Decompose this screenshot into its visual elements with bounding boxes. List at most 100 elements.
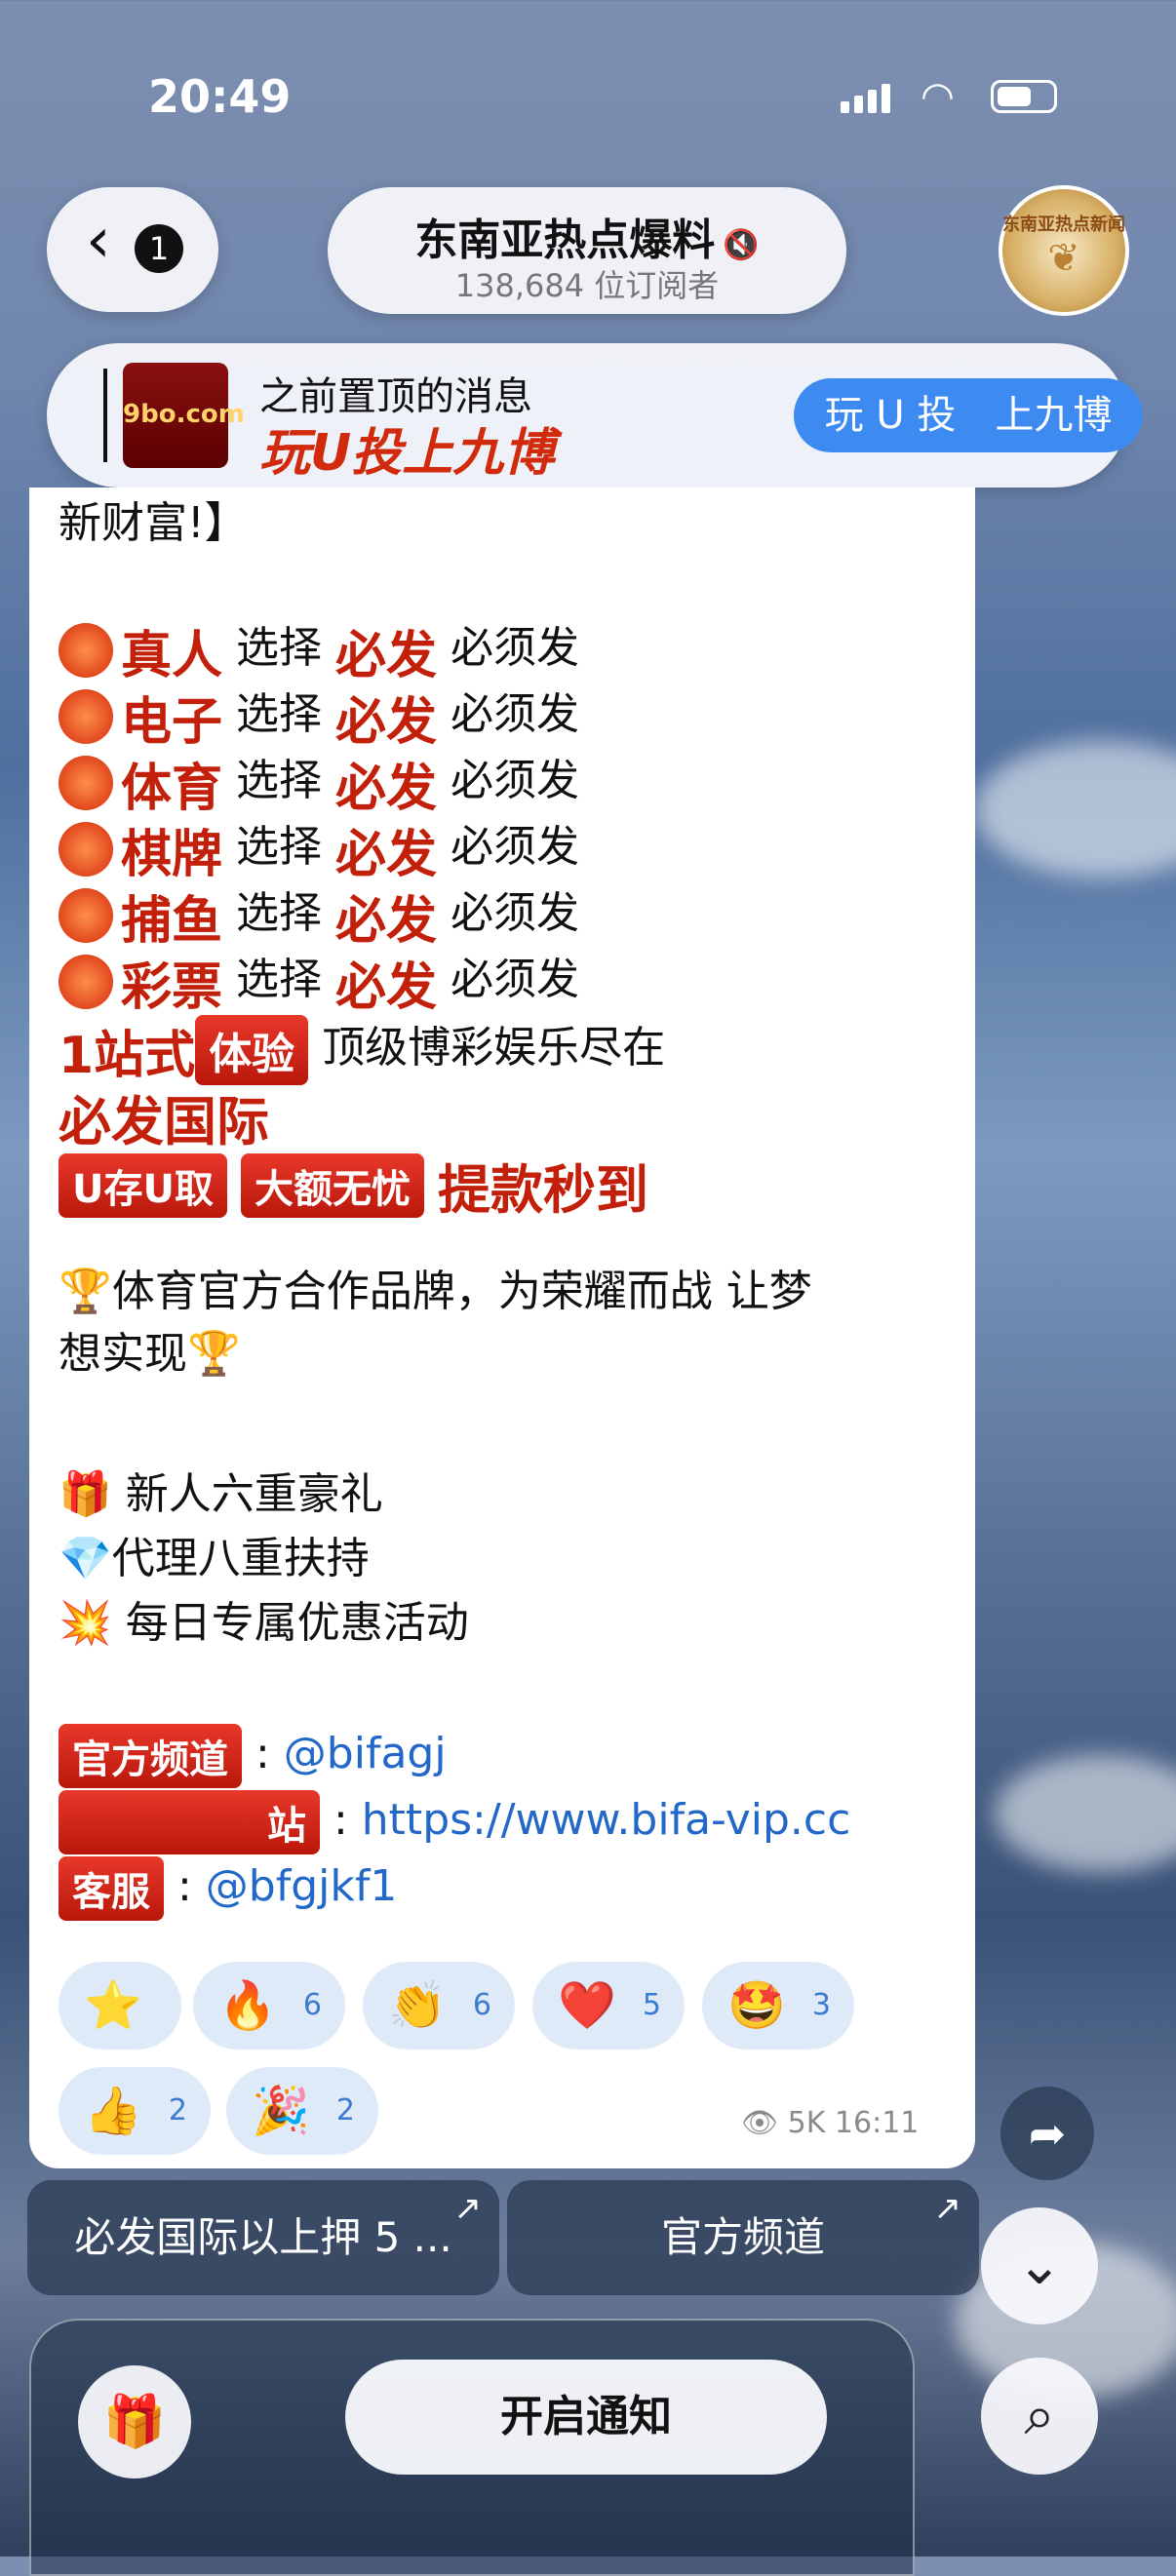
fast-withdraw-tag: 提款秒到 (437, 1159, 648, 1221)
lottery-icon (59, 955, 113, 1009)
onestop-text: 顶级博彩娱乐尽在 (322, 1023, 666, 1073)
reaction-party[interactable]: 🎉 2 (226, 2067, 378, 2155)
row-tail: 必须发 (451, 623, 580, 673)
list-item: 体育 选择 必发 必须发 (59, 745, 579, 820)
row-tail: 必须发 (451, 689, 580, 739)
reaction-count: 6 (302, 1988, 322, 2022)
large-amount-badge: 大额无忧 (240, 1152, 424, 1218)
mute-icon: 🔇 (723, 228, 760, 262)
spark-line: 💥 每日专属优惠活动 (59, 1598, 469, 1648)
trophy-line-2: 想实现🏆 (59, 1329, 241, 1379)
category-tag: 电子 (121, 692, 223, 752)
row-text: 选择 (236, 623, 323, 673)
ball-icon (59, 756, 113, 810)
fish-icon (59, 888, 113, 943)
reaction-count: 6 (472, 1988, 491, 2022)
service-line: 客服 : @bfgjkf1 (59, 1856, 397, 1921)
list-item: 彩票 选择 必发 必须发 (59, 944, 579, 1019)
row-tail: 必须发 (451, 756, 580, 805)
inline-button-right[interactable]: 官方频道 ↗ (507, 2180, 979, 2295)
arrow-out-icon: ↗ (453, 2189, 483, 2228)
gift-icon: 🎁 (102, 2393, 167, 2451)
onestop-line: 1站式 体验 顶级博彩娱乐尽在 (59, 1012, 665, 1087)
share-icon: ➦ (1028, 2107, 1067, 2160)
thumbs-up-icon: 👍 (84, 2084, 142, 2138)
person-icon (59, 623, 113, 678)
list-item: 电子 选择 必发 必须发 (59, 679, 579, 754)
search-button[interactable]: ⌕ (981, 2358, 1098, 2475)
reaction-heart[interactable]: ❤️ 5 (532, 1962, 685, 2049)
website-line: 站 : https://www.bifa-vip.cc (59, 1790, 850, 1854)
signal-icon (841, 84, 895, 113)
customer-service-badge: 客服 (59, 1856, 164, 1921)
row-tail: 必须发 (451, 955, 580, 1004)
row-text: 选择 (236, 888, 323, 938)
row-tail: 必须发 (451, 822, 580, 872)
reaction-count: 2 (335, 2093, 355, 2127)
cards-icon (59, 822, 113, 877)
gift-button[interactable]: 🎁 (78, 2365, 191, 2478)
star-icon: ⭐ (84, 1978, 142, 2033)
share-button[interactable]: ➦ (1000, 2087, 1094, 2180)
official-channel-badge: 官方频道 (59, 1724, 242, 1788)
experience-badge: 体验 (195, 1015, 309, 1085)
inline-button-left[interactable]: 必发国际以上押 5 ... ↗ (27, 2180, 499, 2295)
brand-line: 必发国际 (59, 1078, 269, 1155)
scroll-down-button[interactable]: ⌄ (981, 2207, 1098, 2324)
back-button[interactable]: ‹ 1 (47, 187, 218, 312)
diamond-line: 💎代理八重扶持 (59, 1534, 370, 1583)
reaction-star-struck[interactable]: 🤩 3 (702, 1962, 854, 2049)
list-item: 真人 选择 必发 必须发 (59, 612, 579, 687)
reaction-count: 2 (168, 2093, 187, 2127)
pinned-action-button[interactable]: 玩 U 投 上九博 (794, 378, 1143, 452)
u-deposit-badge: U存U取 (59, 1152, 227, 1218)
brand-logo-text: 必发国际 (59, 1091, 269, 1152)
avatar-text: 东南亚热点新闻 (1002, 215, 1125, 235)
enable-notifications-button[interactable]: 开启通知 (345, 2360, 827, 2475)
category-tag: 真人 (121, 626, 223, 685)
inline-button-label: 官方频道 (660, 2213, 825, 2261)
website-link[interactable]: https://www.bifa-vip.cc (362, 1795, 851, 1845)
search-icon: ⌕ (1024, 2384, 1055, 2447)
row-text: 选择 (236, 689, 323, 739)
reaction-star[interactable]: ⭐ (59, 1962, 181, 2049)
unread-count-badge: 1 (135, 224, 183, 273)
views-and-time: 👁 5K 16:11 (741, 2106, 920, 2140)
status-bar: 20:49 ◠ (0, 59, 1176, 127)
pinned-indicator (103, 369, 107, 462)
pinned-thumbnail: 9bo.com (123, 363, 245, 468)
brand-tag: 必发 (335, 692, 438, 752)
clap-icon: 👏 (388, 1978, 447, 2033)
palm-icon: ❦ (1047, 236, 1080, 281)
category-tag: 彩票 (121, 957, 223, 1017)
row-tail: 必须发 (451, 888, 580, 938)
message-lead: 新财富!】 (59, 498, 248, 548)
chevron-left-icon: ‹ (86, 205, 111, 277)
pinned-message-bar[interactable]: 9bo.com 之前置顶的消息 玩U投上九博 玩 U 投 上九博 (47, 343, 1143, 488)
reaction-clap[interactable]: 👏 6 (363, 1962, 515, 2049)
reaction-fire[interactable]: 🔥 6 (193, 1962, 345, 2049)
row-text: 选择 (236, 822, 323, 872)
channel-avatar[interactable]: 东南亚热点新闻 ❦ (999, 185, 1129, 316)
list-item: 捕鱼 选择 必发 必须发 (59, 878, 579, 953)
category-tag: 棋牌 (121, 825, 223, 884)
pinned-text: 玩U投上九博 (259, 424, 555, 483)
official-channel-line: 官方频道 : @bifagj (59, 1724, 447, 1788)
badge-line: U存U取 大额无忧 提款秒到 (59, 1147, 648, 1224)
reaction-thumbs-up[interactable]: 👍 2 (59, 2067, 211, 2155)
slot-icon (59, 689, 113, 744)
gift-line: 🎁 新人六重豪礼 (59, 1469, 383, 1519)
brand-tag: 必发 (335, 891, 438, 951)
category-tag: 捕鱼 (121, 891, 223, 951)
brand-tag: 必发 (335, 759, 438, 818)
battery-icon (991, 80, 1057, 113)
list-item: 棋牌 选择 必发 必须发 (59, 811, 579, 886)
thumb-text: 9bo.com (123, 400, 245, 429)
channel-title-pill[interactable]: 东南亚热点爆料 🔇 138,684 位订阅者 (328, 187, 846, 314)
cloud (995, 1755, 1176, 1872)
customer-service-link[interactable]: @bfgjkf1 (206, 1861, 398, 1911)
arrow-out-icon: ↗ (933, 2189, 962, 2228)
star-struck-icon: 🤩 (727, 1978, 786, 2033)
official-channel-link[interactable]: @bifagj (284, 1729, 447, 1778)
chevron-down-icon: ⌄ (1016, 2234, 1063, 2297)
